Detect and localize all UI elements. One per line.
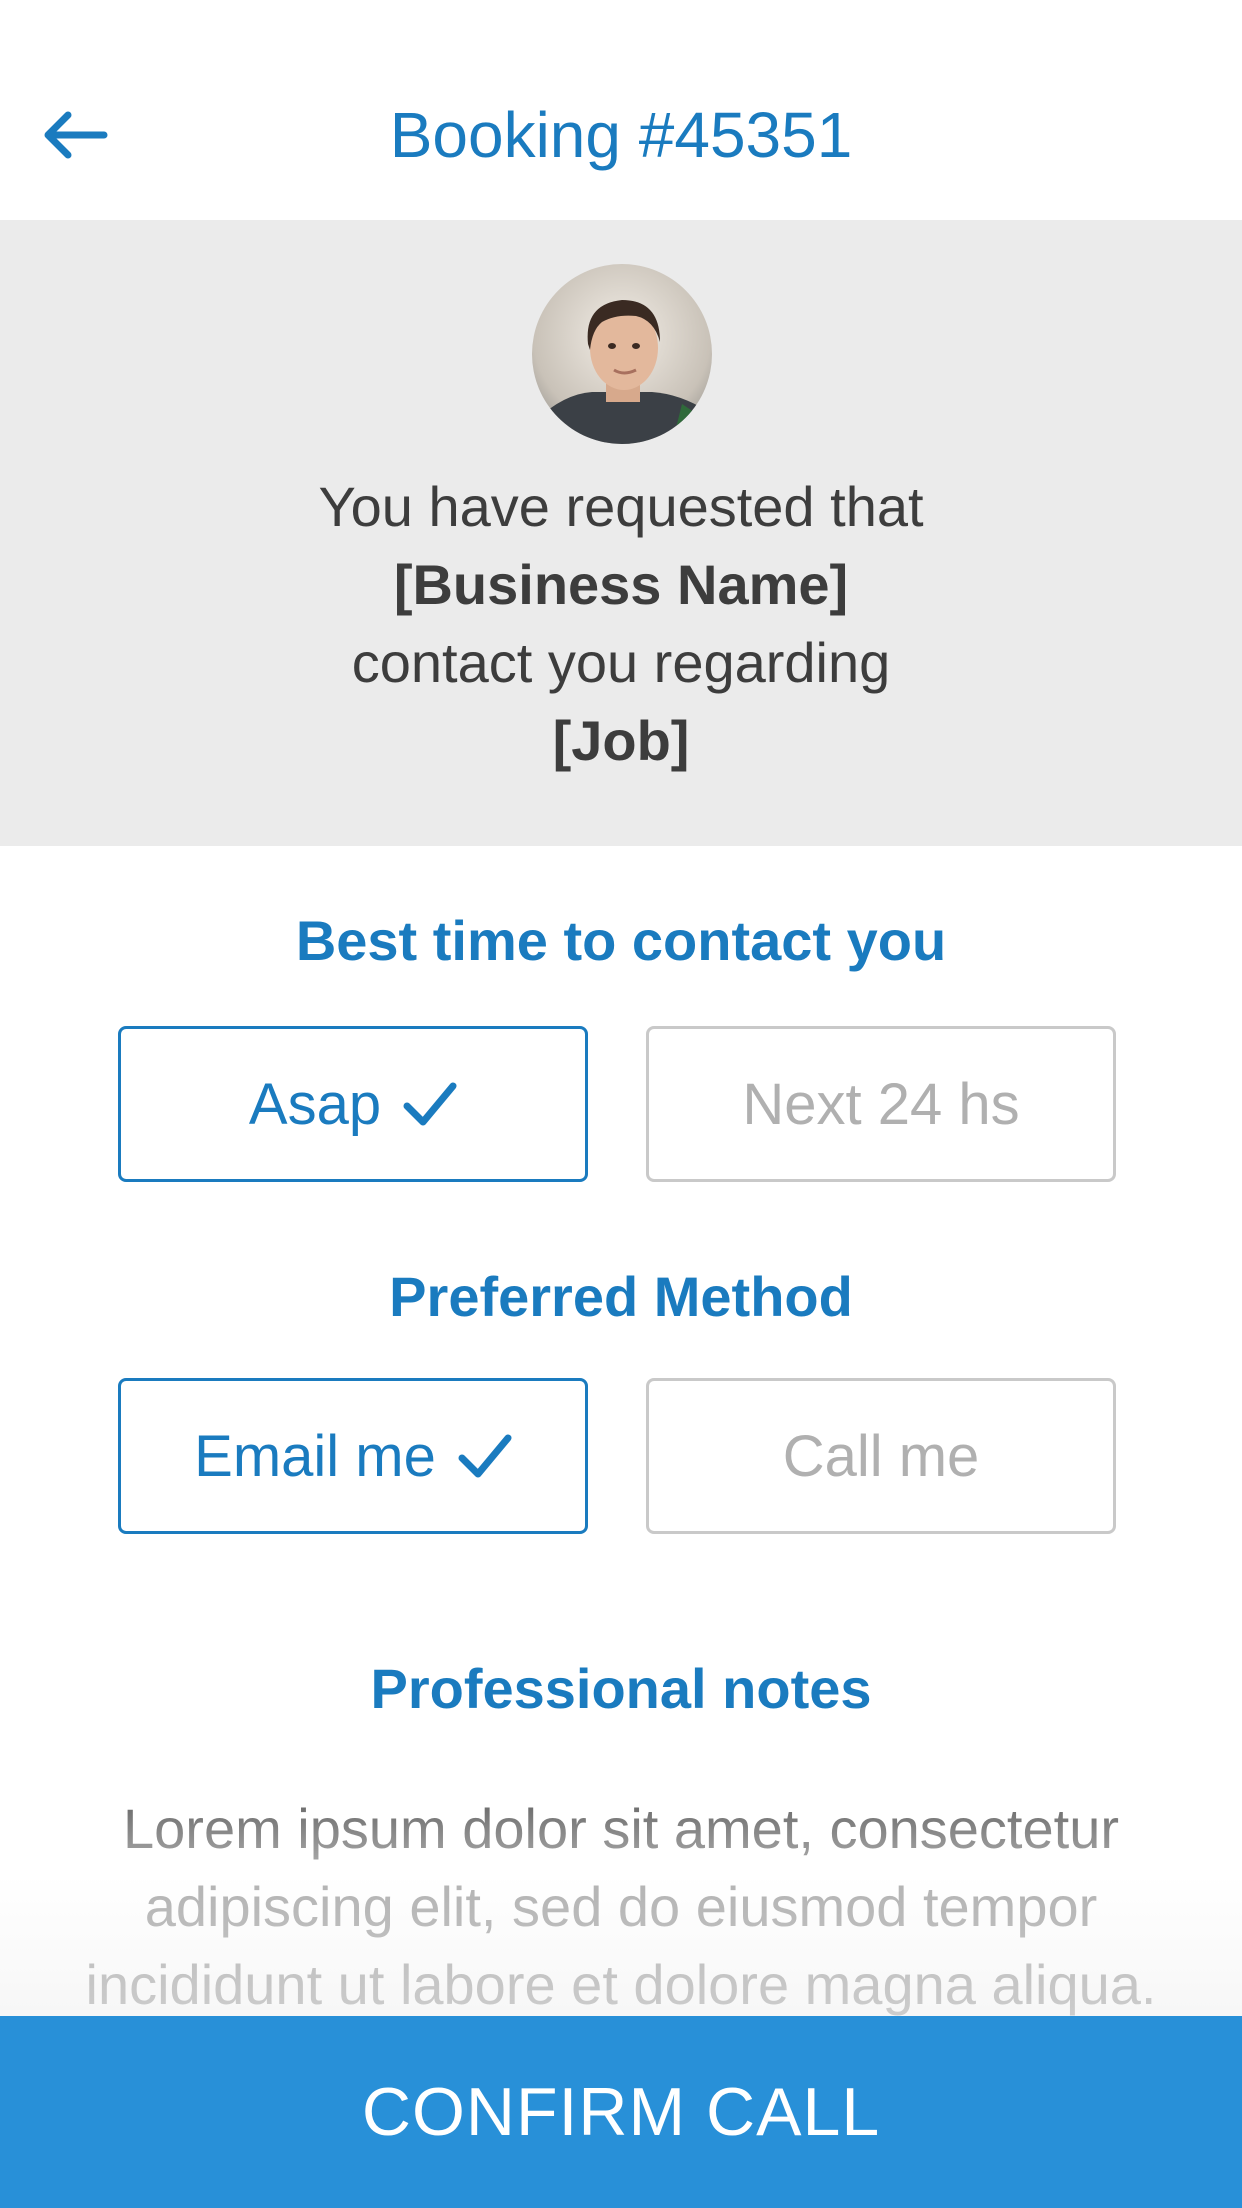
check-icon: [403, 1082, 457, 1126]
confirm-call-button[interactable]: CONFIRM CALL: [0, 2016, 1242, 2208]
app-header: Booking #45351: [0, 0, 1242, 220]
option-next-24hs[interactable]: Next 24 hs: [646, 1026, 1116, 1182]
notes-line: adipiscing elit, sed do eiusmod tempor: [144, 1875, 1098, 1938]
arrow-left-icon: [44, 111, 108, 159]
request-line-1: You have requested that: [318, 475, 924, 538]
option-asap-label: Asap: [248, 1071, 382, 1137]
method-title: Preferred Method: [389, 1265, 853, 1328]
request-summary: You have requested that [Business Name] …: [0, 220, 1242, 846]
request-line-3: contact you regarding: [351, 631, 891, 694]
option-email-me-label: Email me: [194, 1423, 436, 1489]
check-icon: [458, 1434, 512, 1478]
option-call-me-label: Call me: [782, 1423, 980, 1489]
user-avatar: [532, 264, 712, 444]
request-message: You have requested that [Business Name] …: [0, 468, 1242, 780]
option-next-24hs-label: Next 24 hs: [742, 1071, 1020, 1137]
option-call-me[interactable]: Call me: [646, 1378, 1116, 1534]
booking-page: Booking #45351 You have requested that […: [0, 0, 1242, 2208]
notes-line: Lorem ipsum dolor sit amet, consectetur: [123, 1797, 1119, 1860]
back-button[interactable]: [30, 95, 120, 175]
notes-body: Lorem ipsum dolor sit amet, consectetur …: [40, 1790, 1202, 2024]
contact-time-title: Best time to contact you: [295, 909, 947, 972]
job-name: [Job]: [552, 709, 690, 772]
notes-title: Professional notes: [370, 1657, 872, 1720]
page-title: Booking #45351: [389, 99, 853, 171]
notes-line: incididunt ut labore et dolore magna ali…: [85, 1953, 1157, 2016]
business-name: [Business Name]: [393, 553, 849, 616]
option-email-me[interactable]: Email me: [118, 1378, 588, 1534]
option-asap[interactable]: Asap: [118, 1026, 588, 1182]
